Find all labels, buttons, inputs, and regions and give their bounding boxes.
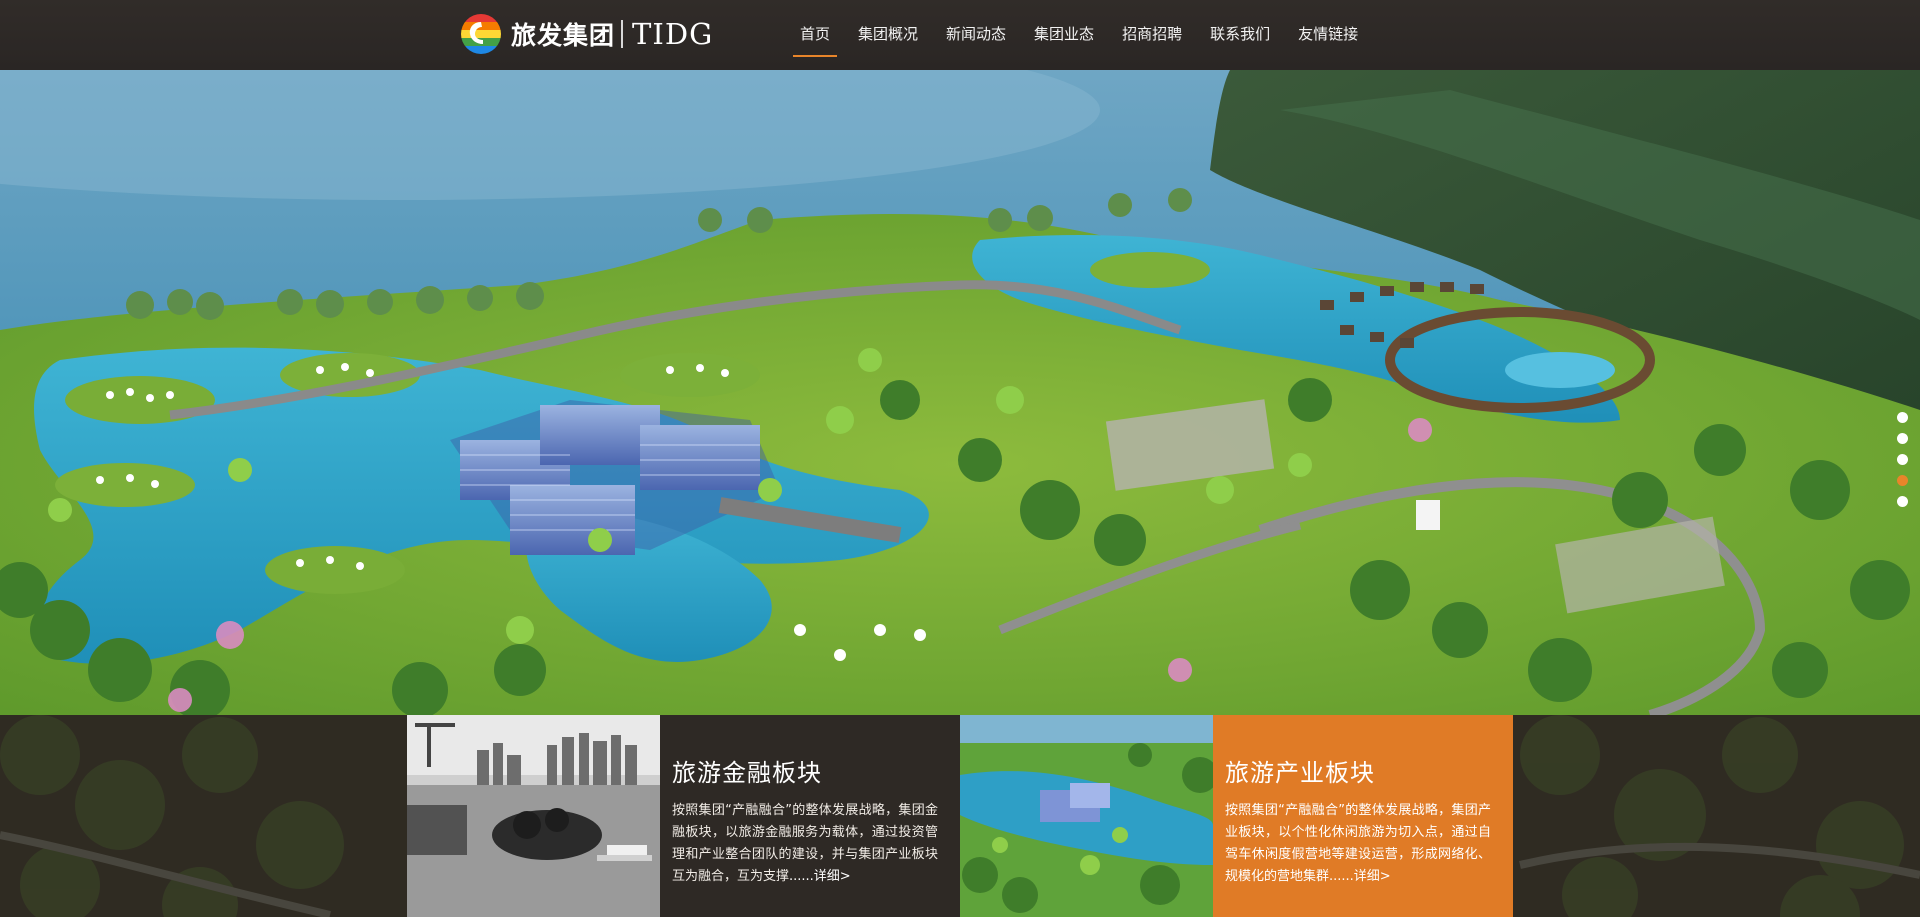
slider-dots bbox=[1897, 412, 1908, 517]
nav-item-news[interactable]: 新闻动态 bbox=[932, 0, 1020, 70]
nav-item-home[interactable]: 首页 bbox=[786, 0, 844, 70]
finance-photo-image bbox=[407, 715, 660, 917]
logo-name-en: TIDG bbox=[632, 17, 714, 51]
industry-desc: 按照集团“产融融合”的整体发展战略，集团产业板块，以个性化休闲旅游为切入点，通过… bbox=[1225, 803, 1491, 884]
finance-photo[interactable] bbox=[407, 715, 660, 917]
business-sections: 旅游金融板块 按照集团“产融融合”的整体发展战略，集团金融板块，以旅游金融服务为… bbox=[0, 715, 1920, 917]
finance-more-link[interactable]: ......详细> bbox=[789, 869, 851, 884]
hero-banner bbox=[0, 70, 1920, 715]
slide-dot-2[interactable] bbox=[1897, 433, 1908, 444]
brand-logo[interactable]: 旅发集团 TIDG bbox=[460, 12, 713, 56]
nav-item-contact[interactable]: 联系我们 bbox=[1196, 0, 1284, 70]
nav-item-recruit[interactable]: 招商招聘 bbox=[1108, 0, 1196, 70]
industry-photo[interactable] bbox=[960, 715, 1213, 917]
industry-section: 旅游产业板块 按照集团“产融融合”的整体发展战略，集团产业板块，以个性化休闲旅游… bbox=[1213, 715, 1513, 917]
industry-photo-image bbox=[960, 715, 1213, 917]
slide-dot-4[interactable] bbox=[1897, 475, 1908, 486]
industry-more-link[interactable]: ......详细> bbox=[1329, 869, 1391, 884]
nav-item-business[interactable]: 集团业态 bbox=[1020, 0, 1108, 70]
top-header: 旅发集团 TIDG 首页 集团概况 新闻动态 集团业态 招商招聘 联系我们 友情… bbox=[0, 0, 1920, 70]
finance-title[interactable]: 旅游金融板块 bbox=[672, 753, 938, 788]
logo-name-cn: 旅发集团 bbox=[511, 21, 616, 50]
slide-dot-3[interactable] bbox=[1897, 454, 1908, 465]
logo-divider bbox=[621, 20, 624, 48]
finance-section: 旅游金融板块 按照集团“产融融合”的整体发展战略，集团金融板块，以旅游金融服务为… bbox=[660, 715, 960, 917]
nav-item-links[interactable]: 友情链接 bbox=[1284, 0, 1372, 70]
nav-item-overview[interactable]: 集团概况 bbox=[844, 0, 932, 70]
slide-dot-5[interactable] bbox=[1897, 496, 1908, 507]
industry-title[interactable]: 旅游产业板块 bbox=[1225, 753, 1491, 788]
hero-image bbox=[0, 70, 1920, 715]
finance-desc: 按照集团“产融融合”的整体发展战略，集团金融板块，以旅游金融服务为载体，通过投资… bbox=[672, 803, 938, 884]
main-nav: 首页 集团概况 新闻动态 集团业态 招商招聘 联系我们 友情链接 bbox=[786, 0, 1372, 70]
logo-mark-icon bbox=[461, 14, 501, 54]
slide-dot-1[interactable] bbox=[1897, 412, 1908, 423]
